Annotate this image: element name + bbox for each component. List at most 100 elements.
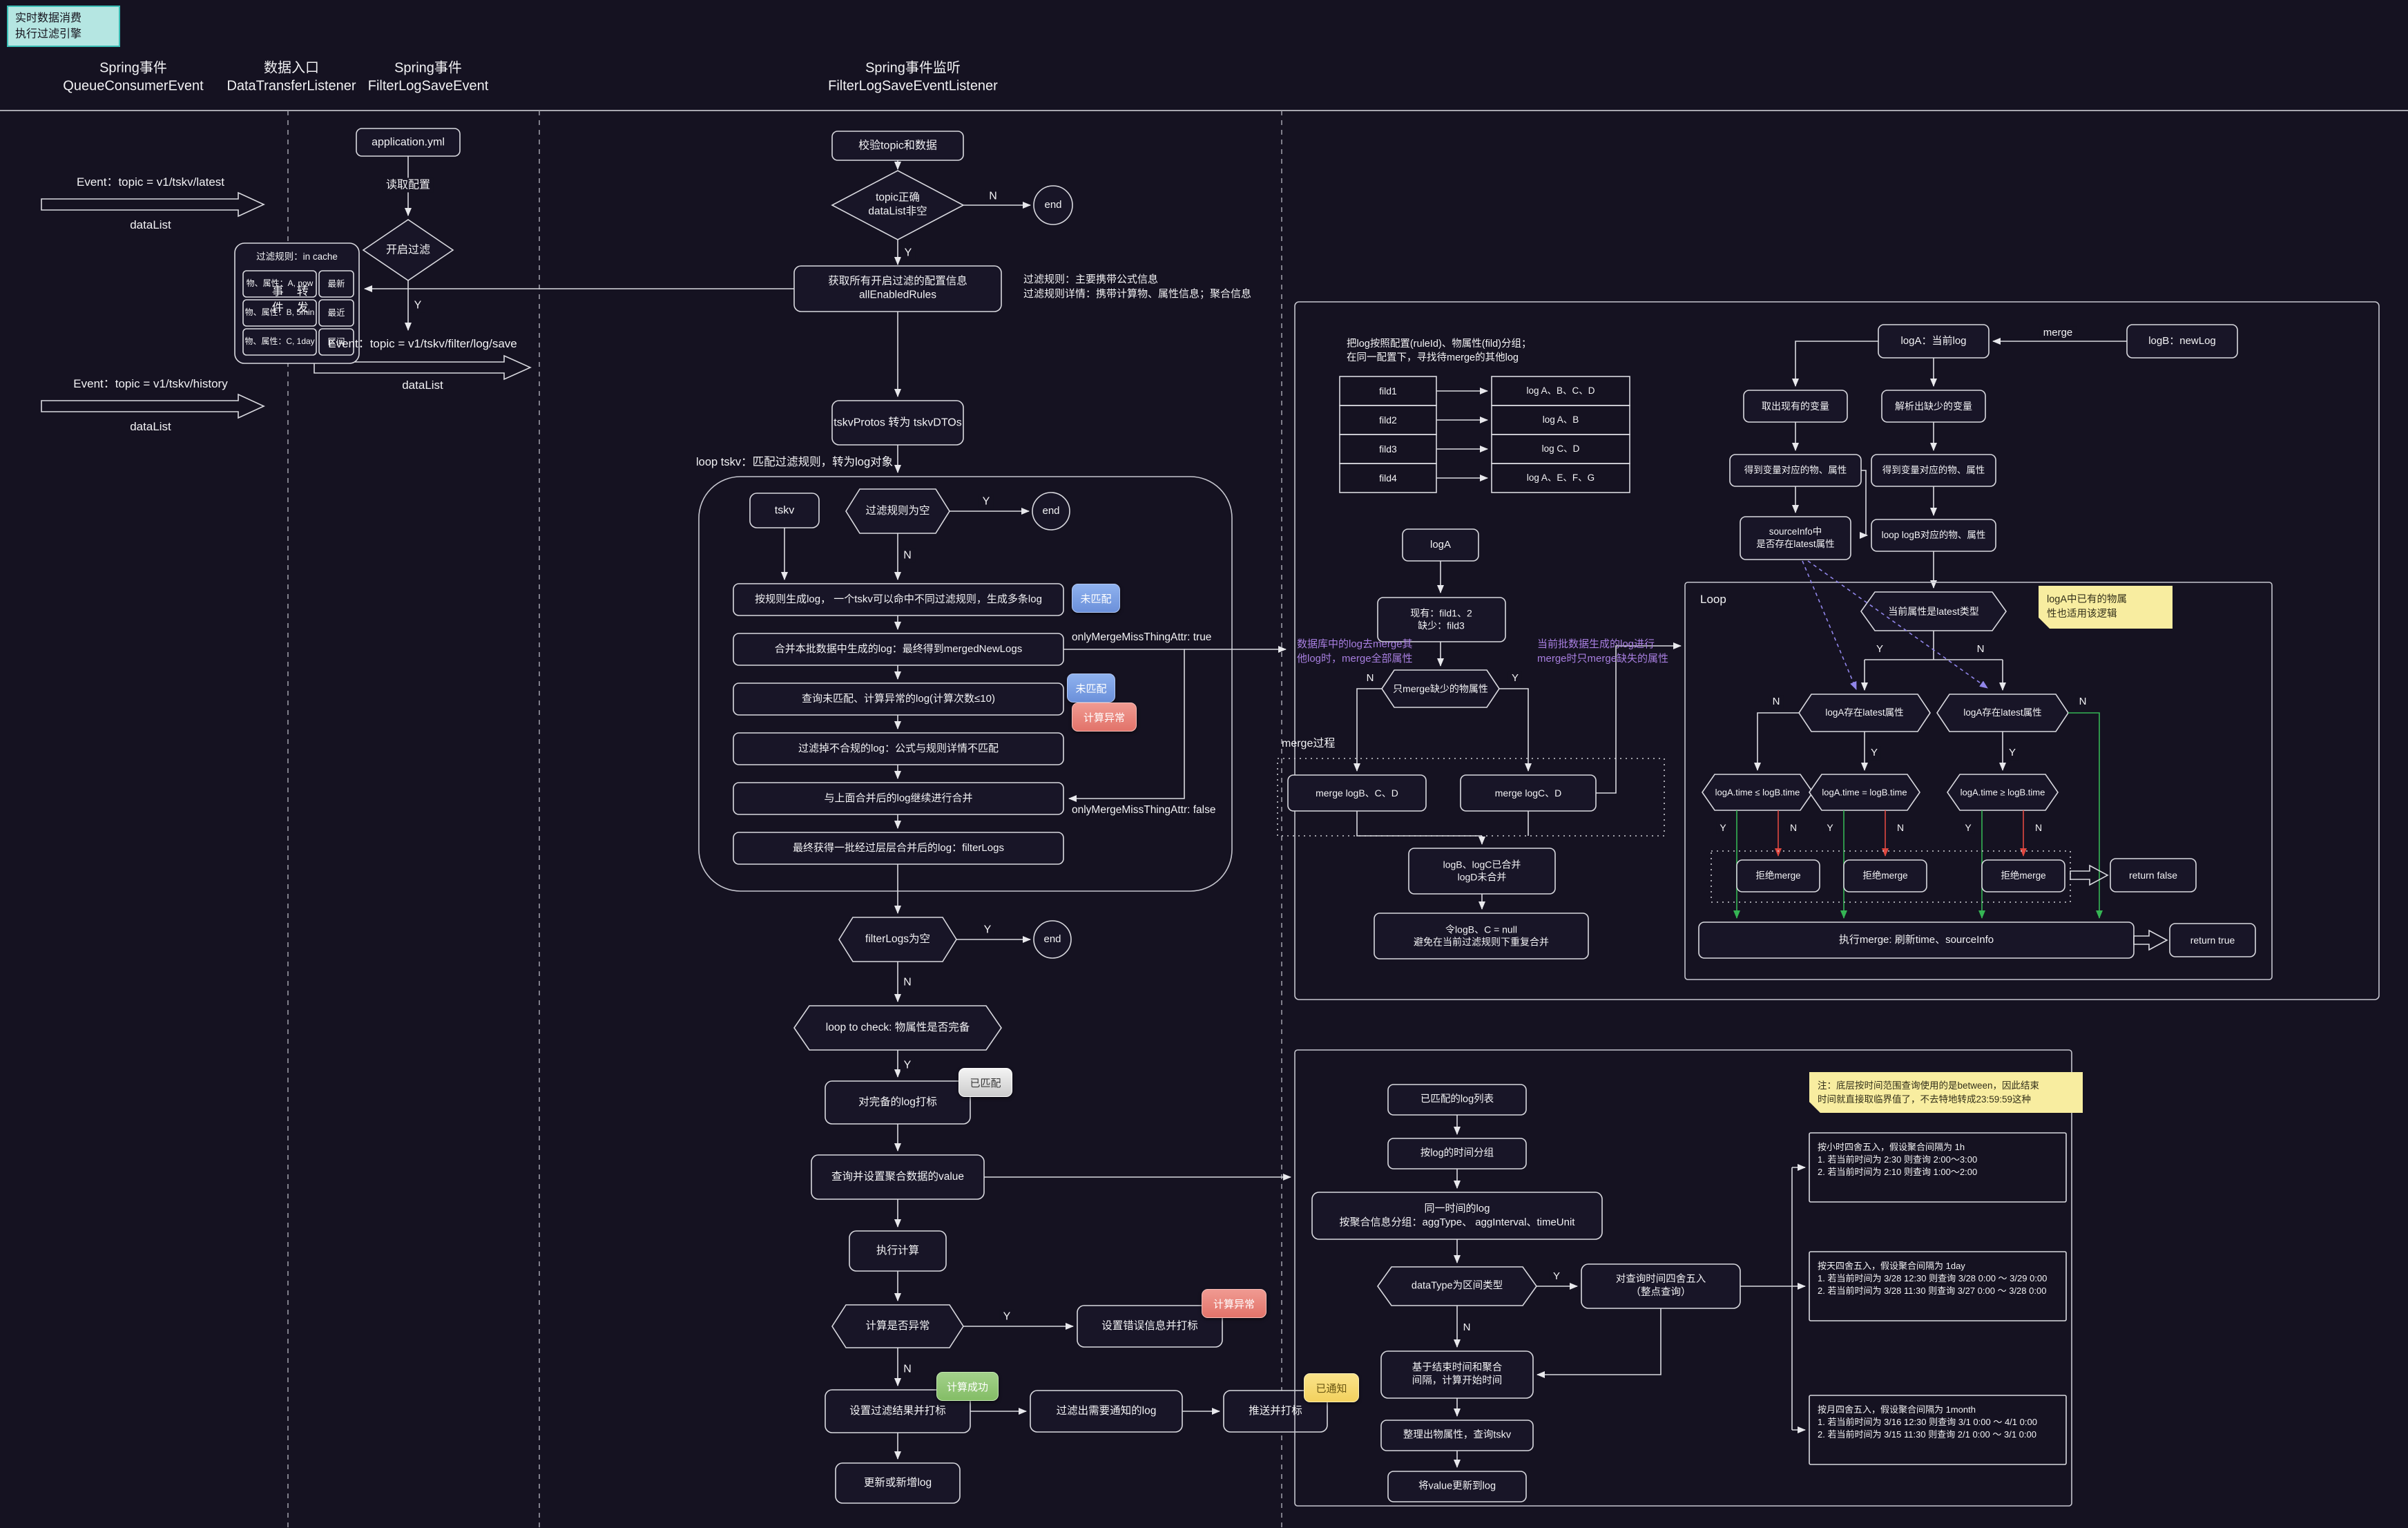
fild-key: fild4 — [1379, 472, 1397, 484]
edge-label-no: N — [2032, 821, 2045, 834]
node-filter-invalid: 过滤掉不合规的log：公式与规则详情不匹配 — [798, 742, 999, 756]
node-logb-new: logB：newLog — [2148, 334, 2216, 348]
node-sourceinfo-latest: sourceInfo中 是否存在latest属性 — [1756, 526, 1834, 551]
node-generate-logs: 按规则生成log， 一个tskv可以命中不同过滤规则，生成多条log — [755, 593, 1042, 607]
node-rule-empty: 过滤规则为空 — [865, 504, 930, 518]
label-merge-process: merge过程 — [1282, 736, 1335, 752]
node-group-by-agg: 同一时间的log 按聚合信息分组：aggType、 aggInterval、ti… — [1340, 1202, 1575, 1230]
event-save-label: Event：topic = v1/tskv/filter/log/save — [328, 336, 517, 352]
edge-label-no: N — [2076, 695, 2090, 709]
node-exec-merge: 执行merge: 刷新time、sourceInfo — [1839, 933, 1994, 947]
edge-label-yes: Y — [411, 298, 425, 312]
node-merge-cd: merge logC、D — [1495, 787, 1561, 799]
node-latest-type: 当前属性是latest类型 — [1888, 605, 1978, 618]
edge-label-no: N — [1786, 821, 1800, 834]
node-calc-error-check: 计算是否异常 — [865, 1319, 930, 1333]
edge-label-no: N — [985, 189, 1001, 203]
fild-val: log A、B、C、D — [1526, 385, 1595, 397]
node-loop-logb-attrs: loop logB对应的物、属性 — [1882, 529, 1986, 542]
node-update-log: 更新或新增log — [864, 1476, 932, 1490]
fild-val: log C、D — [1542, 443, 1580, 455]
node-attrs-existing: 得到变量对应的物、属性 — [1744, 464, 1847, 477]
annotation-merge-all: 数据库中的log去merge其 他log时，merge全部属性 — [1297, 637, 1413, 666]
node-set-error: 设置错误信息并打标 — [1101, 1319, 1198, 1333]
badge-unmatched: 未匹配 — [1067, 674, 1115, 703]
example-hour: 按小时四舍五入，假设聚合间隔为 1h 1. 若当前时间为 2:30 则查询 2:… — [1818, 1141, 2061, 1179]
node-has-latest-left: logA存在latest属性 — [1825, 707, 1903, 719]
edge-label-yes: Y — [979, 494, 994, 508]
cache-row-val: 最近 — [327, 307, 345, 319]
node-time-lte: logA.time ≤ logB.time — [1715, 786, 1800, 798]
node-parse-missing: 解析出缺少的变量 — [1895, 400, 1972, 412]
node-group-by-time: 按log的时间分组 — [1420, 1147, 1494, 1160]
event-latest-payload: dataList — [130, 218, 171, 233]
node-merged-status: logB、logC已合并 logD未合并 — [1443, 859, 1521, 884]
badge-notified: 已通知 — [1304, 1373, 1359, 1402]
node-set-null: 令logB、C = null 避免在当前过滤规则下重复合并 — [1414, 924, 1549, 949]
badge-unmatched: 未匹配 — [1072, 584, 1120, 613]
edge-label-yes: Y — [1000, 1309, 1014, 1324]
cache-row-key: 物、属性：C, 1day — [244, 336, 314, 347]
annotation-only-merge-true: onlyMergeMissThingAttr: true — [1072, 630, 1211, 645]
node-datatype-range: dataType为区间类型 — [1412, 1279, 1503, 1292]
node-validate-topic: 校验topic和数据 — [858, 138, 937, 153]
fild-key: fild3 — [1379, 443, 1397, 455]
edge-label-no: N — [900, 975, 915, 989]
node-round-time: 对查询时间四舍五入 （整点查询） — [1616, 1273, 1706, 1299]
edge-label-yes: Y — [1716, 821, 1729, 834]
edge-label-yes: Y — [1823, 821, 1836, 834]
node-attrs-missing: 得到变量对应的物、属性 — [1882, 464, 1985, 477]
lane-title-listener: Spring事件监听 FilterLogSaveEventListener — [828, 59, 998, 96]
annotation-loop-tskv: loop tskv：匹配过滤规则，转为log对象 — [696, 455, 893, 470]
node-query-agg-value: 查询并设置聚合数据的value — [831, 1170, 964, 1184]
node-time-gte: logA.time ≥ logB.time — [1961, 786, 2045, 798]
edge-label-merge: merge — [2040, 326, 2077, 340]
edge-label-yes: Y — [900, 1058, 915, 1072]
node-end-1: end — [1044, 198, 1061, 212]
node-filter-notify: 过滤出需要通知的log — [1057, 1404, 1157, 1418]
node-filterlogs-empty: filterLogs为空 — [865, 933, 930, 946]
fild-val: log A、B — [1543, 414, 1579, 426]
flowchart-canvas: 实时数据消费 执行过滤引擎 Spring事件 QueueConsumerEven… — [0, 0, 2408, 1528]
node-filter-logs-result: 最终获得一批经过层层合并后的log：filterLogs — [793, 841, 1004, 855]
annotation-only-merge-false: onlyMergeMissThingAttr: false — [1072, 803, 1215, 818]
node-application-yml: application.yml — [372, 135, 445, 149]
edge-label-no: N — [1769, 695, 1784, 709]
label-loop: Loop — [1700, 591, 1726, 608]
node-end-2: end — [1042, 504, 1059, 518]
annotation-merge-missing: 当前批数据生成的log进行 merge时只merge缺失的属性 — [1537, 637, 1668, 666]
node-reject-merge: 拒绝merge — [2001, 870, 2045, 882]
node-reject-merge: 拒绝merge — [1755, 870, 1800, 882]
title-badge: 实时数据消费 执行过滤引擎 — [7, 6, 120, 47]
cache-title: 过滤规则：in cache — [256, 251, 338, 263]
node-loop-check: loop to check: 物属性是否完备 — [826, 1021, 970, 1035]
badge-calc-ok: 计算成功 — [936, 1372, 999, 1401]
badge-matched: 已匹配 — [959, 1068, 1012, 1097]
edge-label-yes: Y — [1508, 671, 1522, 685]
badge-calc-error: 计算异常 — [1202, 1289, 1266, 1318]
node-has-latest-right: logA存在latest属性 — [1963, 707, 2041, 719]
node-topic-ok: topic正确 dataList非空 — [868, 191, 927, 220]
example-month: 按月四舍五入，假设聚合间隔为 1month 1. 若当前时间为 3/16 12:… — [1818, 1404, 2061, 1442]
edge-label-no: N — [1363, 671, 1378, 685]
node-filter-enabled: 开启过滤 — [386, 242, 430, 257]
node-sort-attr-query: 整理出物属性，查询tskv — [1403, 1429, 1511, 1442]
node-time-eq: logA.time = logB.time — [1822, 786, 1907, 798]
edge-label-read-config: 读取配置 — [383, 178, 434, 192]
node-query-unmatched: 查询未匹配、计算异常的log(计算次数≤10) — [802, 692, 995, 706]
cache-row-val: 区间 — [327, 336, 345, 348]
node-tskv: tskv — [775, 503, 794, 517]
cache-row-key: 物、属性：B, 5min — [245, 307, 315, 318]
cache-row-val: 最新 — [327, 278, 345, 290]
node-calc-starttime: 基于结束时间和聚合 间隔，计算开始时间 — [1412, 1362, 1503, 1388]
node-loga: logA — [1430, 538, 1451, 552]
edge-label-no: N — [1974, 642, 1988, 656]
node-end-3: end — [1043, 933, 1061, 946]
node-proto-to-dto: tskvProtos 转为 tskvDTOs — [834, 415, 962, 430]
node-have-missing: 现有：fild1、2 缺少：fild3 — [1410, 607, 1472, 633]
node-execute-calc: 执行计算 — [876, 1244, 919, 1258]
node-get-rules: 获取所有开启过滤的配置信息 allEnabledRules — [828, 275, 967, 303]
fild-val: log A、E、F、G — [1527, 472, 1595, 484]
event-latest-label: Event：topic = v1/tskv/latest — [77, 175, 224, 190]
node-update-value: 将value更新到log — [1418, 1480, 1496, 1493]
